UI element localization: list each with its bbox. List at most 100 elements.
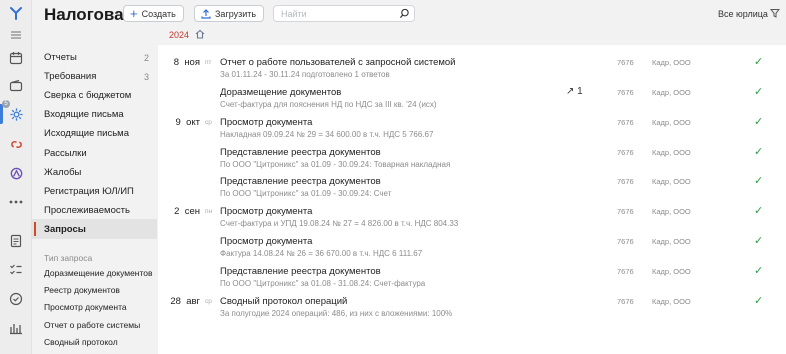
forward-indicator: ↗ 1	[566, 86, 583, 97]
row-code: 7676	[617, 118, 634, 127]
create-button[interactable]: + Создать	[123, 5, 184, 22]
row-code: 7676	[617, 177, 634, 186]
menu-icon[interactable]	[8, 27, 24, 43]
sidebar-item-traceability[interactable]: Прослеживаемость	[44, 205, 130, 216]
document-icon[interactable]	[8, 233, 24, 249]
sidebar-item-demands[interactable]: Требования	[44, 71, 96, 82]
row-title: Представление реестра документов	[220, 266, 381, 277]
row-title: Доразмещение документов	[220, 87, 342, 98]
row-code: 7676	[617, 237, 634, 246]
row-org: Кадр, ООО	[652, 177, 691, 186]
legal-entity-filter[interactable]: Все юрлица	[718, 9, 768, 19]
table-row[interactable]: Представление реестра документов По ООО …	[158, 140, 786, 170]
search-icon[interactable]	[399, 8, 410, 19]
request-type-item[interactable]: Отчет о работе системы	[44, 320, 156, 330]
check-icon: ✓	[754, 86, 764, 98]
row-date: 28 авг	[170, 296, 200, 307]
sidebar-item-mailings[interactable]: Рассылки	[44, 148, 87, 159]
upload-label: Загрузить	[215, 8, 257, 19]
logo-icon[interactable]	[8, 5, 24, 21]
sidebar-item-incoming[interactable]: Входящие письма	[44, 109, 124, 120]
row-org: Кадр, ООО	[652, 207, 691, 216]
row-subtitle: Фактура 14.08.24 № 26 = 36 670.00 в т.ч.…	[220, 249, 423, 258]
row-org: Кадр, ООО	[652, 58, 691, 67]
table-row[interactable]: Представление реестра документов По ООО …	[158, 169, 786, 199]
sidebar-item-complaints[interactable]: Жалобы	[44, 167, 81, 178]
request-type-item[interactable]: Сводный протокол	[44, 337, 156, 347]
request-type-item[interactable]: Доразмещение документов	[44, 268, 156, 278]
sidebar-selected-marker	[34, 222, 36, 236]
row-org: Кадр, ООО	[652, 88, 691, 97]
row-date: 9 окт	[175, 117, 200, 128]
row-title: Отчет о работе пользователей с запросной…	[220, 57, 456, 68]
sidebar-item-requests[interactable]: Запросы	[44, 224, 86, 235]
row-title: Представление реестра документов	[220, 147, 381, 158]
row-code: 7676	[617, 88, 634, 97]
table-row[interactable]: 8 ноя пт Отчет о работе пользователей с …	[158, 50, 786, 80]
table-row[interactable]: 28 авг ср Сводный протокол операций За п…	[158, 289, 786, 319]
settings-icon[interactable]	[8, 106, 24, 122]
sidebar-item-outgoing[interactable]: Исходящие письма	[44, 128, 129, 139]
chart-icon[interactable]	[8, 320, 24, 336]
check-icon: ✓	[754, 175, 764, 187]
forward-icon: ↗	[566, 86, 575, 97]
row-date: 2 сен	[174, 206, 200, 217]
sidebar-count-reports: 2	[144, 53, 150, 63]
row-title: Сводный протокол операций	[220, 296, 348, 307]
row-code: 7676	[617, 297, 634, 306]
row-title: Просмотр документа	[220, 117, 313, 128]
icon-rail: 5	[0, 0, 32, 354]
row-subtitle: По ООО "Цитроникс" за 01.09 - 30.09.24: …	[220, 160, 451, 169]
search-placeholder: Найти	[281, 9, 307, 19]
row-subtitle: По ООО "Цитроникс" за 01.08 - 31.08.24: …	[220, 279, 426, 288]
more-icon[interactable]	[8, 194, 24, 210]
filter-icon[interactable]	[770, 8, 780, 18]
check-icon: ✓	[754, 235, 764, 247]
upload-icon	[201, 8, 211, 19]
nodes-icon[interactable]	[8, 165, 24, 181]
request-type-item[interactable]: Реестр документов	[44, 285, 156, 295]
integration-icon[interactable]	[8, 136, 24, 152]
calendar-icon[interactable]	[8, 50, 24, 66]
row-org: Кадр, ООО	[652, 148, 691, 157]
row-org: Кадр, ООО	[652, 297, 691, 306]
row-title: Просмотр документа	[220, 206, 313, 217]
requests-list: 8 ноя пт Отчет о работе пользователей с …	[158, 45, 786, 354]
row-subtitle: Счет-фактура для пояснения НД по НДС за …	[220, 100, 437, 109]
check-icon: ✓	[754, 116, 764, 128]
row-weekday: пн	[205, 208, 213, 215]
row-org: Кадр, ООО	[652, 237, 691, 246]
search-input[interactable]: Найти	[273, 5, 415, 22]
sidebar-item-budget[interactable]: Сверка с бюджетом	[44, 90, 131, 101]
check-shield-icon[interactable]	[8, 291, 24, 307]
table-row[interactable]: Доразмещение документов Счет-фактура для…	[158, 80, 786, 110]
table-row[interactable]: Просмотр документа Фактура 14.08.24 № 26…	[158, 229, 786, 259]
year-label[interactable]: 2024	[169, 30, 189, 40]
check-icon: ✓	[754, 295, 764, 307]
row-title: Просмотр документа	[220, 236, 313, 247]
table-row[interactable]: 2 сен пн Просмотр документа Счет-фактура…	[158, 199, 786, 229]
sidebar-item-reports[interactable]: Отчеты	[44, 52, 77, 63]
tasks-icon[interactable]	[8, 262, 24, 278]
sidebar-count-demands: 3	[144, 72, 150, 82]
create-label: Создать	[141, 8, 176, 19]
sidebar-item-registration[interactable]: Регистрация ЮЛ/ИП	[44, 186, 134, 197]
check-icon: ✓	[754, 265, 764, 277]
table-row[interactable]: 9 окт ср Просмотр документа Накладная 09…	[158, 110, 786, 140]
row-title: Представление реестра документов	[220, 176, 381, 187]
check-icon: ✓	[754, 56, 764, 68]
row-subtitle: По ООО "Цитроникс" за 01.09 - 30.09.24: …	[220, 189, 392, 198]
row-code: 7676	[617, 207, 634, 216]
request-type-item[interactable]: Просмотр документа	[44, 302, 156, 312]
wallet-icon[interactable]	[8, 78, 24, 94]
table-row[interactable]: Представление реестра документов По ООО …	[158, 259, 786, 289]
home-icon[interactable]	[195, 29, 205, 39]
plus-icon: +	[130, 6, 138, 21]
page-title: Налоговая	[44, 5, 134, 24]
row-code: 7676	[617, 148, 634, 157]
check-icon: ✓	[754, 205, 764, 217]
row-subtitle: Накладная 09.09.24 № 29 = 34 600.00 в т.…	[220, 130, 434, 139]
row-subtitle: За полугодие 2024 операций: 486, из них …	[220, 309, 453, 318]
forward-count: 1	[577, 86, 583, 97]
upload-button[interactable]: Загрузить	[194, 5, 265, 22]
